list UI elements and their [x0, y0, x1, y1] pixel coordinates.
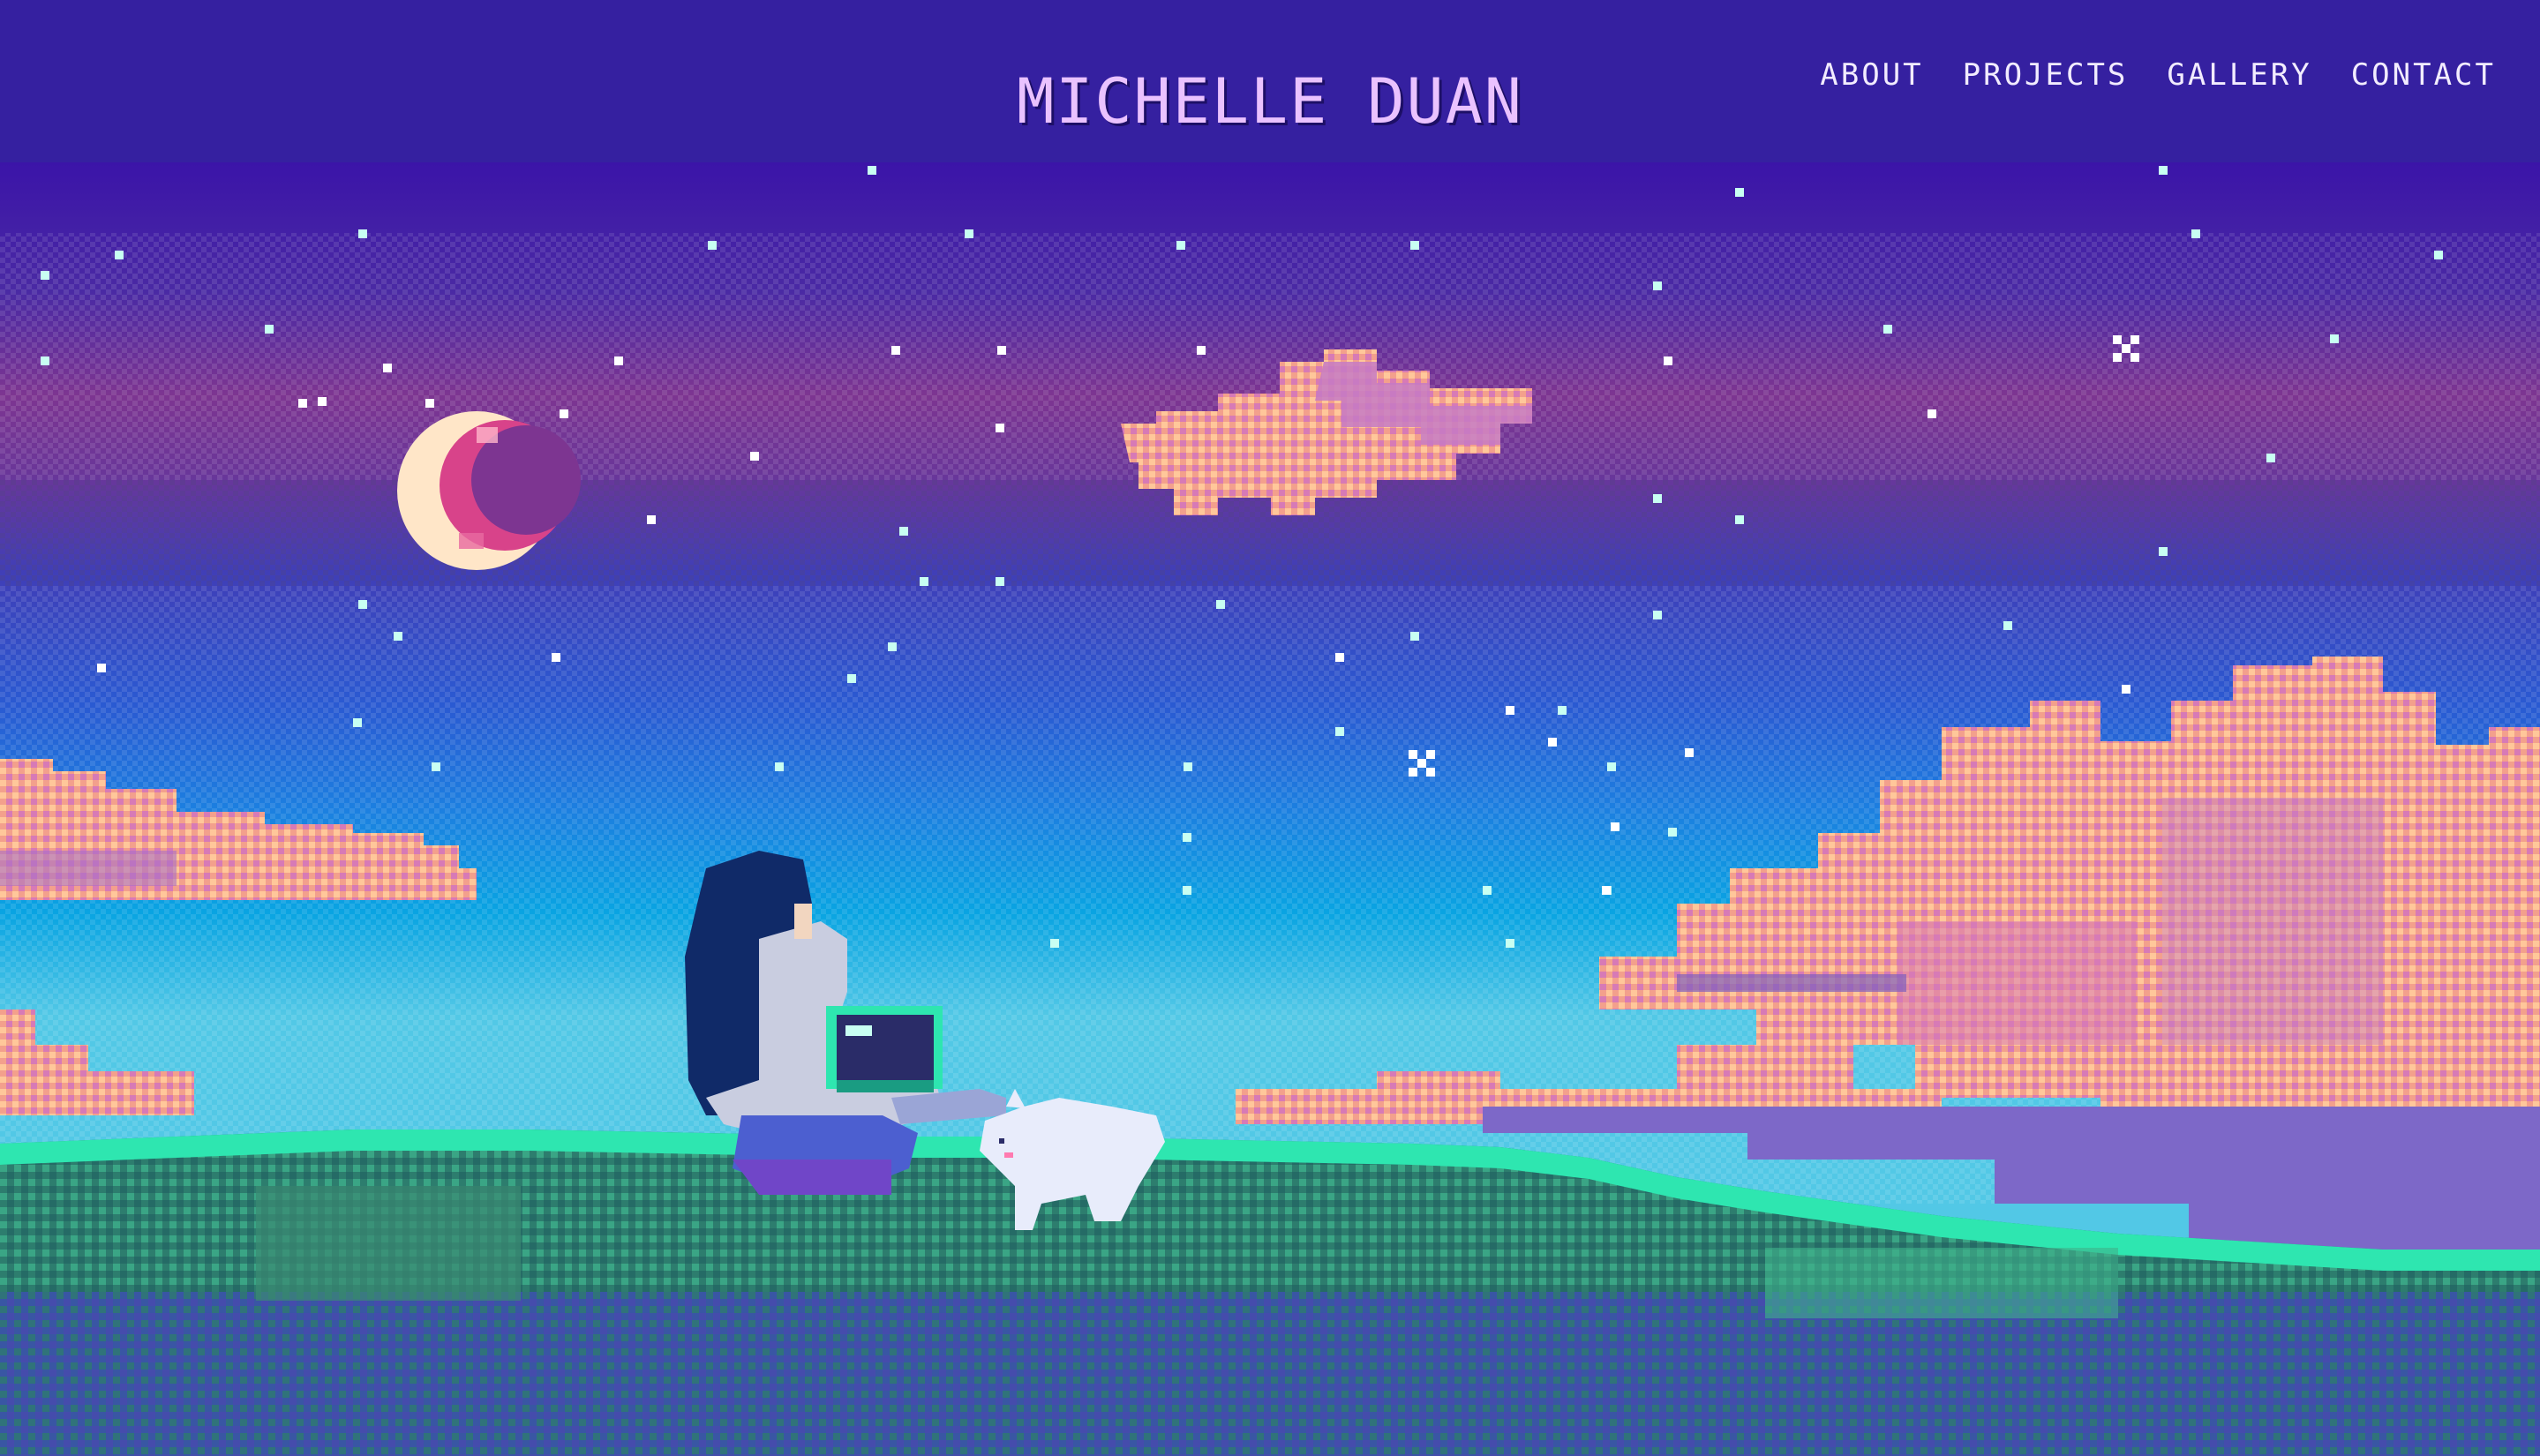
main-nav: ABOUT PROJECTS GALLERY CONTACT [1820, 53, 2496, 97]
nav-gallery[interactable]: GALLERY [2167, 53, 2311, 97]
nav-contact[interactable]: CONTACT [2351, 53, 2496, 97]
nav-projects[interactable]: PROJECTS [1963, 53, 2129, 97]
pixel-art-scene [0, 162, 2540, 1456]
site-header: MICHELLE DUAN ABOUT PROJECTS GALLERY CON… [0, 0, 2540, 162]
scene-svg [0, 162, 2540, 1456]
laptop-icon [826, 1006, 943, 1092]
nav-about[interactable]: ABOUT [1820, 53, 1923, 97]
